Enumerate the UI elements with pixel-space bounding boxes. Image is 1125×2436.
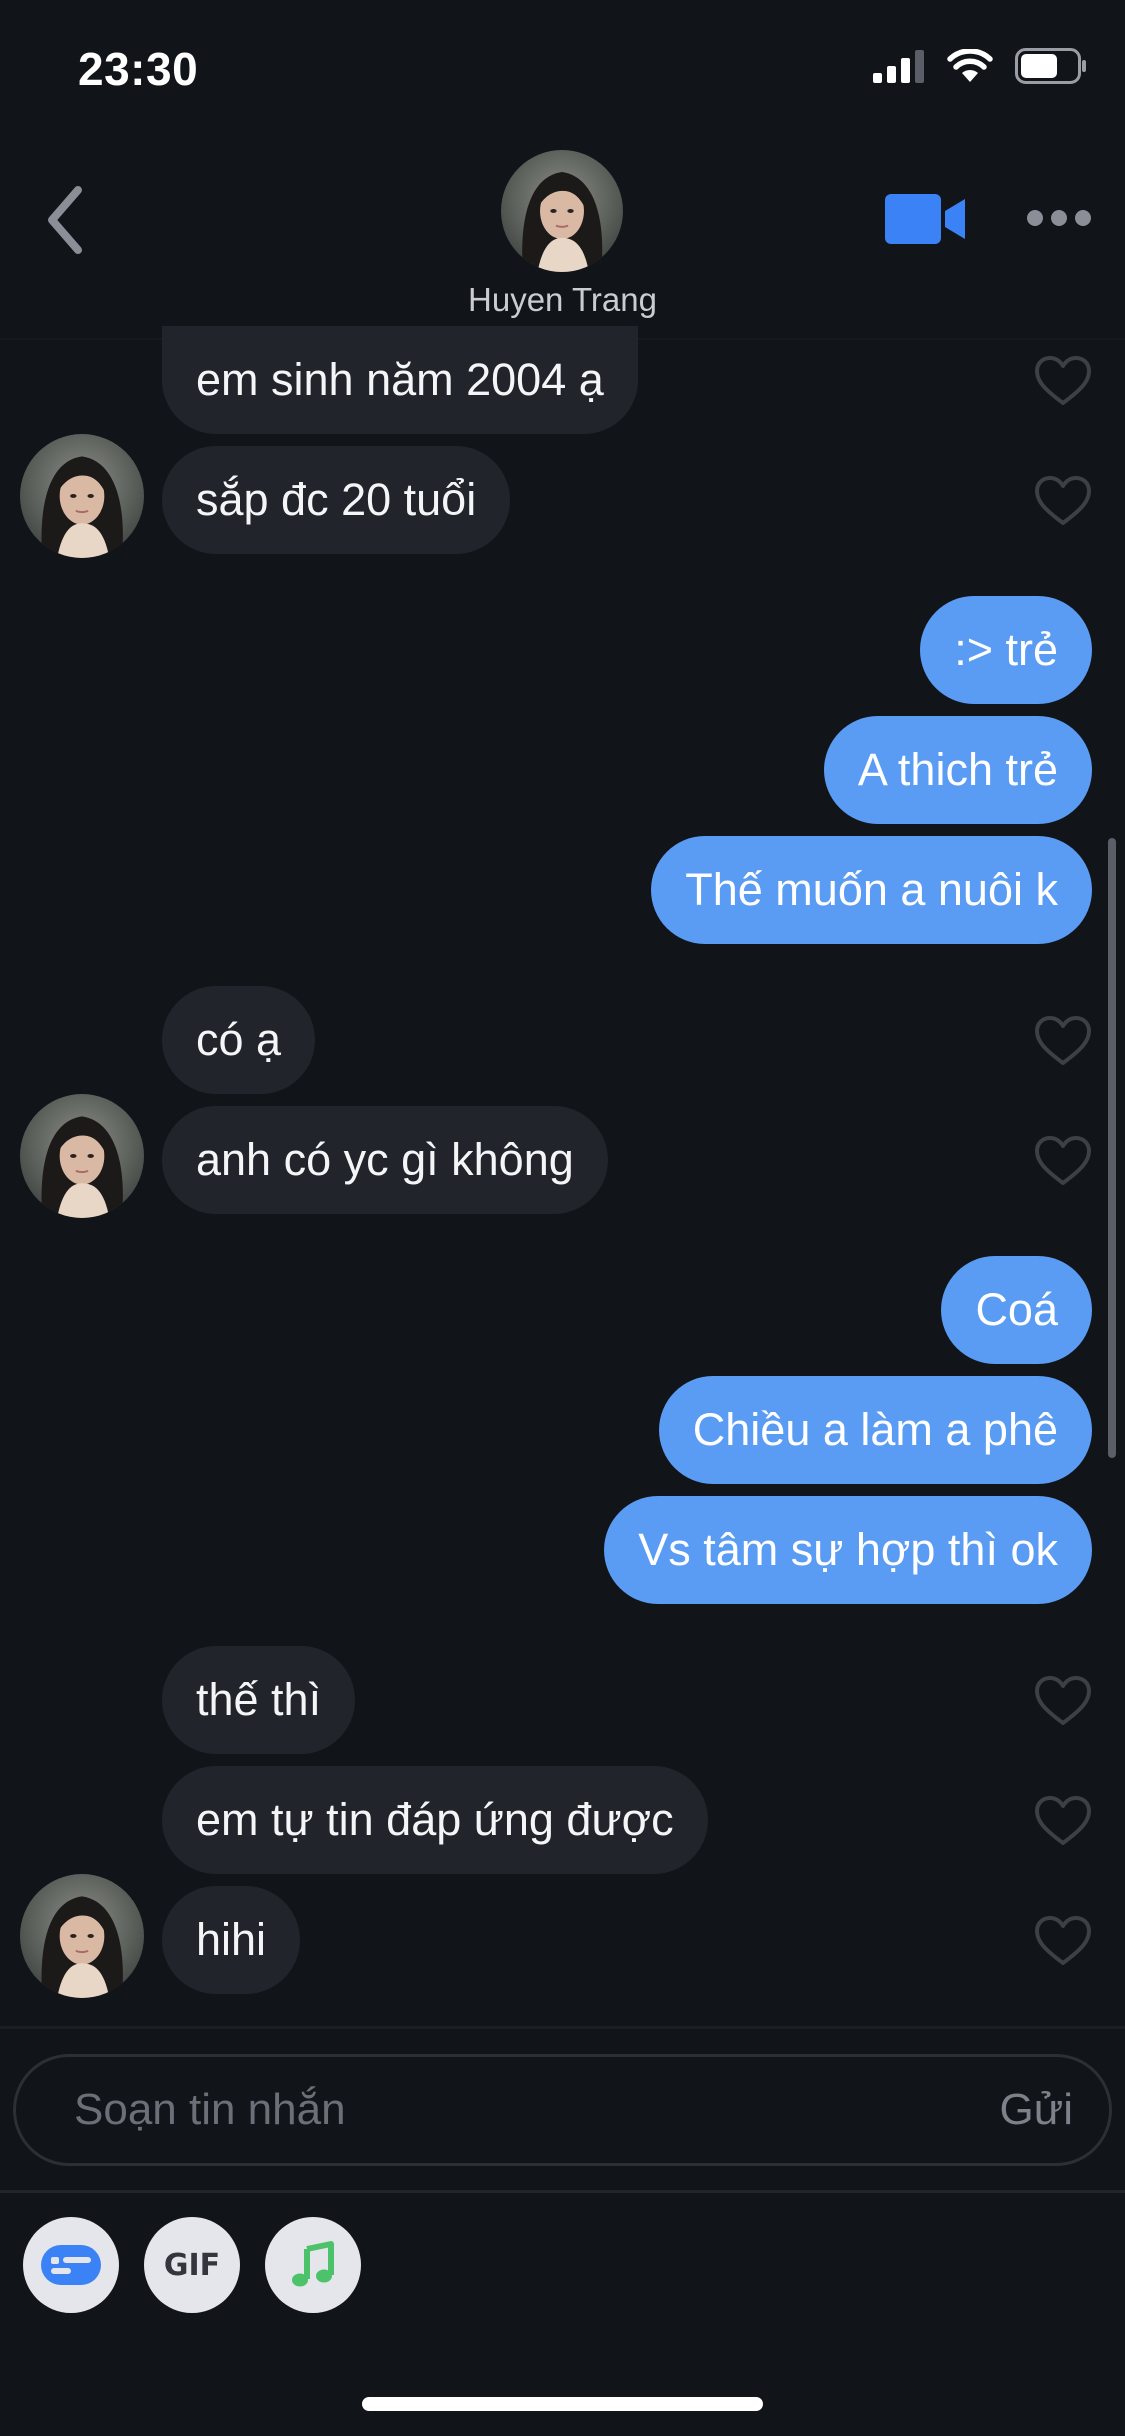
message-outgoing[interactable]: :> trẻ xyxy=(920,596,1092,704)
back-chevron-icon[interactable] xyxy=(40,180,90,260)
status-time: 23:30 xyxy=(78,43,199,95)
sender-avatar[interactable] xyxy=(20,1094,144,1218)
sticker-button[interactable] xyxy=(23,2217,119,2313)
message-incoming[interactable]: anh có yc gì không xyxy=(162,1106,608,1214)
wifi-icon xyxy=(947,49,993,82)
message-outgoing[interactable]: Thế muốn a nuôi k xyxy=(651,836,1092,944)
heart-icon[interactable] xyxy=(1034,1015,1092,1067)
gif-label: GIF xyxy=(163,2247,221,2283)
message-composer[interactable]: Soạn tin nhắn Gửi xyxy=(13,2054,1112,2166)
toolbar-divider xyxy=(0,2190,1125,2193)
heart-icon[interactable] xyxy=(1034,355,1092,407)
message-outgoing[interactable]: Vs tâm sự hợp thì ok xyxy=(604,1496,1092,1604)
heart-icon[interactable] xyxy=(1034,1135,1092,1187)
message-incoming[interactable]: sắp đc 20 tuổi xyxy=(162,446,511,554)
home-indicator[interactable] xyxy=(362,2397,763,2411)
send-button[interactable]: Gửi xyxy=(1000,2057,1073,2163)
gif-button[interactable]: GIF xyxy=(144,2217,240,2313)
cellular-signal-icon xyxy=(873,50,924,83)
message-incoming[interactable]: em sinh năm 2004 ạ xyxy=(162,326,638,434)
message-incoming[interactable]: thế thì xyxy=(162,1646,356,1754)
battery-icon xyxy=(1015,48,1086,84)
heart-icon[interactable] xyxy=(1034,1795,1092,1847)
more-options-icon[interactable] xyxy=(1026,206,1092,230)
music-note-icon xyxy=(292,2241,334,2287)
video-call-icon[interactable] xyxy=(885,191,967,247)
heart-icon[interactable] xyxy=(1034,475,1092,527)
message-outgoing[interactable]: Coá xyxy=(941,1256,1092,1364)
status-icons xyxy=(873,48,1087,84)
contact-avatar[interactable] xyxy=(501,150,623,272)
heart-icon[interactable] xyxy=(1034,1915,1092,1967)
message-incoming[interactable]: em tự tin đáp ứng được xyxy=(162,1766,708,1874)
message-incoming[interactable]: có ạ xyxy=(162,986,316,1094)
scrollbar[interactable] xyxy=(1108,838,1116,1458)
sender-avatar[interactable] xyxy=(20,434,144,558)
message-outgoing[interactable]: A thich trẻ xyxy=(823,716,1092,824)
message-input[interactable]: Soạn tin nhắn xyxy=(74,2057,346,2163)
message-incoming[interactable]: hihi xyxy=(162,1886,301,1994)
composer-divider xyxy=(0,2026,1125,2029)
sender-avatar[interactable] xyxy=(20,1874,144,1998)
sticker-card-icon xyxy=(41,2245,101,2285)
contact-name[interactable]: Huyen Trang xyxy=(0,281,1125,319)
music-button[interactable] xyxy=(265,2217,361,2313)
message-outgoing[interactable]: Chiều a làm a phê xyxy=(658,1376,1092,1484)
heart-icon[interactable] xyxy=(1034,1675,1092,1727)
